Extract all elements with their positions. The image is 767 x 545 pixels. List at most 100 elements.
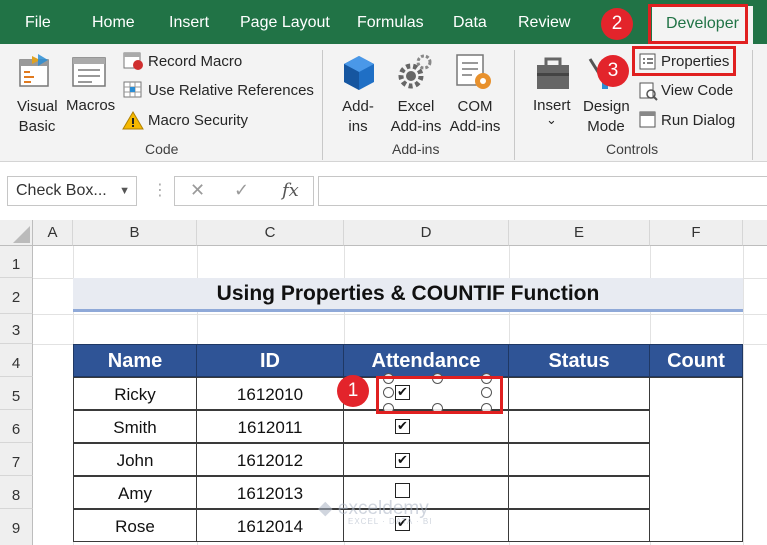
callout-marker-3: 3 [597, 55, 629, 87]
developer-highlight-box [648, 4, 748, 44]
com-add-ins-button[interactable]: COM Add-ins [447, 97, 503, 137]
add-ins-label-1: Add- [342, 98, 374, 115]
run-dialog-icon [638, 110, 658, 130]
name-box-value: Check Box... [16, 182, 107, 199]
header-count[interactable]: Count [649, 344, 743, 377]
gridline [743, 246, 744, 545]
cell-count-merged[interactable] [649, 377, 743, 542]
cell-status[interactable] [508, 476, 650, 509]
group-separator [514, 50, 515, 160]
tab-review[interactable]: Review [518, 0, 570, 44]
excel-add-ins-button[interactable]: Excel Add-ins [388, 97, 444, 137]
row-header-5[interactable]: 5 [0, 377, 33, 410]
watermark-brand: exceldemy [337, 498, 429, 519]
select-all-corner[interactable] [0, 220, 33, 246]
tab-insert[interactable]: Insert [169, 0, 209, 44]
cancel-icon[interactable]: ✕ [190, 180, 205, 201]
cell-status[interactable] [508, 443, 650, 476]
cell-attendance[interactable] [343, 410, 509, 443]
group-title-controls: Controls [606, 141, 659, 157]
column-header-filler [743, 220, 767, 246]
cell-attendance[interactable] [343, 443, 509, 476]
watermark-tagline: EXCEL · DATA · BI [348, 517, 433, 526]
attendance-checkbox[interactable]: ✔ [395, 453, 410, 468]
cell-id[interactable]: 1612012 [196, 443, 344, 476]
cell-status[interactable] [508, 509, 650, 542]
row-header-2[interactable]: 2 [0, 278, 33, 314]
header-attendance[interactable]: Attendance [343, 344, 509, 377]
name-box[interactable]: Check Box... ▼ [7, 176, 137, 206]
row-header-9[interactable]: 9 [0, 509, 33, 545]
insert-function-icon[interactable]: fx [282, 180, 299, 201]
excel-add-ins-gear-icon [396, 52, 434, 92]
header-id[interactable]: ID [196, 344, 344, 377]
visual-basic-label-2: Basic [18, 118, 56, 135]
cell-status[interactable] [508, 377, 650, 410]
formula-bar-grip-icon[interactable]: ⋮ [152, 180, 168, 200]
com-add-ins-label-1: COM [457, 98, 493, 115]
enter-icon[interactable]: ✓ [234, 180, 249, 201]
visual-basic-button[interactable]: Visual Basic [17, 97, 58, 137]
macros-button[interactable]: Macros [66, 97, 115, 114]
add-ins-icon [340, 53, 378, 93]
group-title-code: Code [145, 141, 179, 157]
view-code-button[interactable]: View Code [661, 82, 733, 99]
column-header-c[interactable]: C [197, 220, 344, 246]
warning-icon [122, 110, 144, 130]
visual-basic-icon [16, 52, 56, 92]
insert-dropdown-icon[interactable]: ⌄ [546, 112, 557, 128]
column-header-b[interactable]: B [73, 220, 197, 246]
excel-add-ins-label-1: Excel [397, 98, 435, 115]
design-mode-button[interactable]: Design Mode [583, 97, 630, 137]
callout-marker-2: 2 [601, 8, 633, 40]
record-macro-icon [122, 51, 144, 71]
attendance-checkbox[interactable]: ✔ [395, 419, 410, 434]
cell-id[interactable]: 1612011 [196, 410, 344, 443]
header-status[interactable]: Status [508, 344, 650, 377]
run-dialog-button[interactable]: Run Dialog [661, 112, 735, 129]
gridline [33, 314, 767, 315]
row-header-8[interactable]: 8 [0, 476, 33, 509]
header-name[interactable]: Name [73, 344, 197, 377]
row-header-4[interactable]: 4 [0, 344, 33, 377]
macro-security-button[interactable]: Macro Security [148, 112, 248, 129]
com-add-ins-icon [454, 52, 494, 92]
design-mode-label-1: Design [583, 98, 630, 115]
com-add-ins-label-2: Add-ins [449, 118, 501, 135]
chevron-down-icon[interactable]: ▼ [119, 177, 130, 205]
cell-name[interactable]: John [73, 443, 197, 476]
relative-references-icon [122, 80, 144, 100]
checkbox-highlight-box [376, 376, 503, 414]
column-header-e[interactable]: E [509, 220, 650, 246]
tab-file[interactable]: File [25, 0, 51, 44]
column-header-d[interactable]: D [344, 220, 509, 246]
tab-formulas[interactable]: Formulas [357, 0, 424, 44]
tab-home[interactable]: Home [92, 0, 135, 44]
tab-page-layout[interactable]: Page Layout [240, 0, 330, 44]
use-relative-references-button[interactable]: Use Relative References [148, 82, 314, 99]
cell-name[interactable]: Amy [73, 476, 197, 509]
cell-id[interactable]: 1612010 [196, 377, 344, 410]
cell-name[interactable]: Ricky [73, 377, 197, 410]
visual-basic-label-1: Visual [17, 98, 58, 115]
row-header-1[interactable]: 1 [0, 246, 33, 278]
record-macro-button[interactable]: Record Macro [148, 53, 242, 70]
watermark-logo-icon: ◆ [318, 498, 333, 519]
row-header-7[interactable]: 7 [0, 443, 33, 476]
add-ins-button[interactable]: Add- ins [340, 97, 376, 137]
properties-highlight-box [632, 46, 736, 76]
formula-input[interactable] [318, 176, 767, 206]
column-header-a[interactable]: A [33, 220, 73, 246]
cell-status[interactable] [508, 410, 650, 443]
excel-add-ins-label-2: Add-ins [390, 118, 442, 135]
tab-data[interactable]: Data [453, 0, 487, 44]
attendance-checkbox[interactable] [395, 483, 410, 498]
row-header-3[interactable]: 3 [0, 314, 33, 344]
cell-name[interactable]: Smith [73, 410, 197, 443]
cell-name[interactable]: Rose [73, 509, 197, 542]
column-header-f[interactable]: F [650, 220, 743, 246]
watermark: ◆ exceldemy EXCEL · DATA · BI [318, 497, 431, 526]
callout-marker-1: 1 [337, 375, 369, 407]
row-header-6[interactable]: 6 [0, 410, 33, 443]
design-mode-label-2: Mode [587, 118, 625, 135]
